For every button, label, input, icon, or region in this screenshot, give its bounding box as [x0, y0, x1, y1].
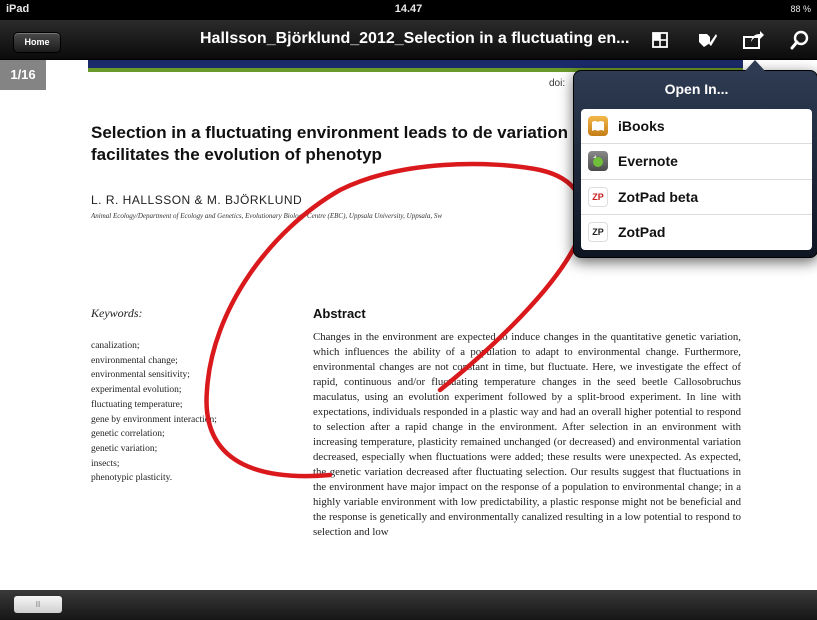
keywords-list: canalization; environmental change; envi… — [91, 339, 291, 486]
app-label: Evernote — [618, 153, 678, 170]
paper-affiliation: Animal Ecology/Department of Ecology and… — [91, 212, 443, 220]
share-icon[interactable] — [741, 28, 765, 52]
keyword-item: canalization; — [91, 341, 140, 351]
keyword-item: genetic correlation; — [91, 429, 165, 440]
keyword-item: gene by environment interaction; — [91, 414, 217, 425]
keywords-heading: Keywords: — [91, 306, 143, 320]
abstract-heading: Abstract — [313, 306, 366, 321]
page-scrubber-handle[interactable]: II — [14, 596, 62, 613]
keyword-item: environmental sensitivity; — [91, 370, 190, 381]
paper-title: Selection in a fluctuating environment l… — [91, 123, 603, 164]
open-in-app-list: iBooks Evernote ZP ZotPad beta ZP ZotPad — [581, 109, 812, 250]
keyword-item: experimental evolution; — [91, 385, 182, 396]
app-label: iBooks — [618, 118, 665, 135]
open-in-zotpad-beta[interactable]: ZP ZotPad beta — [581, 180, 812, 215]
open-in-evernote[interactable]: Evernote — [581, 144, 812, 180]
popover-title: Open In... — [664, 81, 729, 97]
open-in-popover: Open In... iBooks Evernote ZP ZotPad bet… — [573, 70, 817, 258]
grid-icon[interactable] — [648, 28, 672, 52]
keyword-item: fluctuating temperature; — [91, 399, 183, 410]
ibooks-icon — [588, 116, 608, 137]
navigation-bar: Home Hallsson_Björklund_2012_Selection i… — [0, 20, 817, 60]
zotpad-icon: ZP — [588, 222, 608, 243]
open-in-zotpad[interactable]: ZP ZotPad — [581, 215, 812, 250]
annotate-icon[interactable] — [695, 28, 719, 52]
keyword-item: genetic variation; — [91, 443, 158, 454]
search-icon[interactable] — [788, 28, 812, 52]
zotpad-beta-icon: ZP — [588, 186, 608, 207]
abstract-body: Changes in the environment are expected … — [313, 331, 741, 538]
keyword-item: insects; — [91, 458, 120, 469]
paper-authors: L. R. HALLSSON & M. BJÖRKLUND — [91, 193, 303, 207]
doi-label: doi: — [549, 78, 566, 89]
app-label: ZotPad — [618, 224, 666, 241]
open-in-ibooks[interactable]: iBooks — [581, 109, 812, 145]
app-label: ZotPad beta — [618, 188, 699, 205]
clock: 14.47 — [394, 3, 423, 15]
bottom-toolbar: II — [0, 590, 817, 620]
document-title: Hallsson_Björklund_2012_Selection in a f… — [200, 30, 630, 47]
evernote-icon — [588, 151, 608, 172]
page-counter: 1/16 — [0, 60, 46, 90]
home-button[interactable]: Home — [13, 32, 61, 53]
keyword-item: environmental change; — [91, 355, 178, 366]
keyword-item: phenotypic plasticity. — [91, 473, 173, 484]
status-bar: iPad 14.47 88 % — [0, 0, 817, 20]
popover-arrow — [745, 60, 765, 71]
battery-indicator: 88 % — [790, 4, 811, 14]
